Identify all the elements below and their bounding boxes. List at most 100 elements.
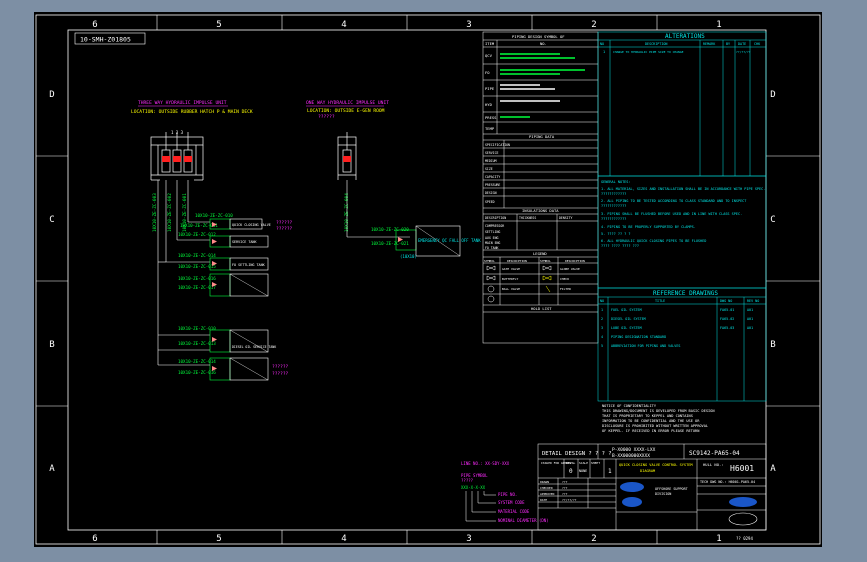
one-way-valve-red bbox=[343, 156, 351, 162]
note-line: 3. PIPING SHALL BE FLUSHED BEFORE USED A… bbox=[601, 212, 742, 216]
insulation-header: DESCRIPTION bbox=[485, 216, 506, 220]
role-label: DRAWN bbox=[540, 480, 549, 484]
piping-row: HYD bbox=[485, 102, 493, 107]
row-label: D bbox=[49, 90, 54, 100]
alterations-header: NO bbox=[600, 42, 604, 46]
detail-design: DETAIL DESIGN ? ? ? ? bbox=[542, 451, 612, 457]
reference-header: NO bbox=[600, 299, 604, 303]
company-logo bbox=[620, 482, 644, 492]
reference-row-no: 1 bbox=[601, 308, 603, 312]
role-label: DATE bbox=[540, 498, 547, 502]
right-unit-title: ONE WAY HYDRAULIC IMPULSE UNIT bbox=[306, 100, 389, 106]
piping-row: TEMP bbox=[485, 126, 495, 131]
row-label: C bbox=[49, 215, 54, 225]
reference-row-title: LUBE OIL SYSTEM bbox=[611, 326, 642, 330]
box-tag: 10X10-ZE-ZC-010 bbox=[195, 213, 233, 218]
drawing-title-sub: DIAGRAM bbox=[640, 469, 656, 473]
box-tag-b: 10X10-ZE-ZC-015 bbox=[178, 264, 216, 269]
bottom-reference: ?? 0294 bbox=[736, 536, 753, 541]
note-line: 4. PIPING TO BE PROPERLY SUPPORTED BY CL… bbox=[601, 225, 696, 229]
column-label: 2 bbox=[591, 20, 596, 30]
box-text: FO SETTLING TANK bbox=[232, 263, 266, 267]
insulation-row: MAIN ENG bbox=[485, 241, 500, 245]
legend-title: LEGEND bbox=[533, 251, 547, 256]
emergency-tag: 10X10-ZE-ZC-020 bbox=[371, 227, 409, 232]
reference-row-no: 4 bbox=[601, 335, 603, 339]
confidential-line: THAT IS PROPRIETARY TO KEPPEL AND CONTAI… bbox=[602, 414, 693, 418]
right-unit-location-sub: ?????? bbox=[318, 114, 335, 120]
legend-item: GATE VALVE bbox=[502, 267, 520, 271]
confidential-line: OF KEPPEL. IF RECEIVED IN ERROR PLEASE R… bbox=[602, 429, 699, 433]
alterations-title: ALTERATIONS bbox=[665, 33, 705, 40]
column-label: 4 bbox=[341, 20, 346, 30]
box-tag: 10X10-ZE-ZC-014 bbox=[178, 359, 216, 364]
emergency-tag-b: 10X10-ZE-ZC-021 bbox=[371, 241, 409, 246]
row-label: C bbox=[770, 215, 775, 225]
piping-data-row: DESIGN bbox=[485, 191, 497, 195]
piping-row: PIPE bbox=[485, 86, 495, 91]
column-label: 5 bbox=[216, 534, 221, 544]
scale-label: SCALE bbox=[579, 461, 588, 465]
column-label: 3 bbox=[466, 534, 471, 544]
piping-table-title: PIPING DESIGN SYMBOL OF bbox=[512, 34, 565, 39]
role-label: CHECKED bbox=[540, 486, 553, 490]
b-block: B-XX000000XXXX bbox=[612, 453, 650, 459]
confidential-line: INFORMATION TO BE CONFIDENTIAL AND THE U… bbox=[602, 419, 700, 423]
emergency-box-sub: (10X10) bbox=[400, 254, 417, 259]
insulation-row: SETTLING bbox=[485, 230, 500, 234]
sheet-value: 1 bbox=[608, 468, 612, 475]
row-label: D bbox=[770, 90, 775, 100]
p-block: P-X0000 XXXX-LXX bbox=[612, 447, 656, 453]
role-value: ??? bbox=[562, 492, 568, 496]
pipe-key-label: MATERIAL CODE bbox=[498, 509, 530, 514]
alteration-no: 1 bbox=[603, 50, 605, 54]
tech-doc-no: TECH DWG NO.: H6001-PA65-04 bbox=[700, 480, 755, 484]
reference-title: REFERENCE DRAWINGS bbox=[653, 290, 718, 297]
notes-title: GENERAL NOTES: bbox=[601, 180, 631, 184]
reference-row-rev: A01 bbox=[747, 308, 753, 312]
insulation-title: INSULATIONS DATA bbox=[522, 208, 559, 213]
reference-header: DWG NO bbox=[720, 299, 732, 303]
pipe-key-code: ????? bbox=[461, 478, 474, 483]
hull-number: H6001 bbox=[730, 464, 754, 473]
alteration-desc: CHANGE TO HYDRAULIC PIPE SIZE TO CHANGE bbox=[613, 50, 684, 54]
box-qmarks: ?????? bbox=[276, 220, 293, 226]
note-line: ???????????? bbox=[601, 192, 626, 196]
box-qmarks: ?????? bbox=[272, 364, 289, 370]
alterations-header: CHK bbox=[754, 42, 761, 46]
row-label: B bbox=[770, 340, 775, 350]
left-unit-title: THREE WAY HYDRAULIC IMPULSE UNIT bbox=[138, 100, 227, 106]
column-label: 3 bbox=[466, 20, 471, 30]
alterations-header: BY bbox=[726, 42, 730, 46]
client-division: DIVISION bbox=[655, 492, 671, 496]
legend-item: BUTTERFLY bbox=[502, 277, 518, 281]
role-value: ??? bbox=[562, 480, 568, 484]
alteration-date: ??/??/?? bbox=[736, 50, 751, 54]
column-label: 5 bbox=[216, 20, 221, 30]
drawing-number: SC9142-PA65-04 bbox=[689, 450, 740, 457]
note-line: ???????????? bbox=[601, 204, 626, 208]
rev-label: REV bbox=[566, 461, 572, 465]
legend-header: DESCRIPTION bbox=[565, 259, 585, 263]
insulation-header: THICKNESS bbox=[519, 216, 536, 220]
piping-data-row: SIZE bbox=[485, 167, 493, 171]
emergency-box-text: EMERGENCY QC FALL OFF TANK bbox=[418, 238, 481, 243]
reference-row-dwg: FA65-03 bbox=[720, 326, 734, 330]
reference-header: REV NO bbox=[747, 299, 759, 303]
reference-row-title: FUEL OIL SYSTEM bbox=[611, 308, 642, 312]
insulation-row: COMPRESSOR bbox=[485, 224, 504, 228]
box-tag-b: 10X10-ZE-ZC-017 bbox=[178, 285, 216, 290]
pipe-key-sample: XXX-X-X-XX bbox=[461, 485, 486, 490]
legend-header: SYMBOL bbox=[540, 259, 551, 263]
confidential-line: THIS DRAWING/DOCUMENT IS DEVELOPED FROM … bbox=[602, 409, 715, 413]
legend-item: FILTER bbox=[560, 287, 571, 291]
piping-data-row: SERVICE bbox=[485, 151, 499, 155]
column-label: 1 bbox=[716, 534, 721, 544]
box-tag: 10X10-ZE-ZC-014 bbox=[178, 253, 216, 258]
row-label: A bbox=[49, 464, 55, 474]
column-label: 4 bbox=[341, 534, 346, 544]
box-text: SERVICE TANK bbox=[232, 240, 257, 244]
row-label: B bbox=[49, 340, 54, 350]
pipe-key-label: PIPE NO. bbox=[498, 492, 517, 497]
left-unit-location: LOCATION: OUTSIDE RUBBER HATCH P & MAIN … bbox=[131, 109, 253, 115]
